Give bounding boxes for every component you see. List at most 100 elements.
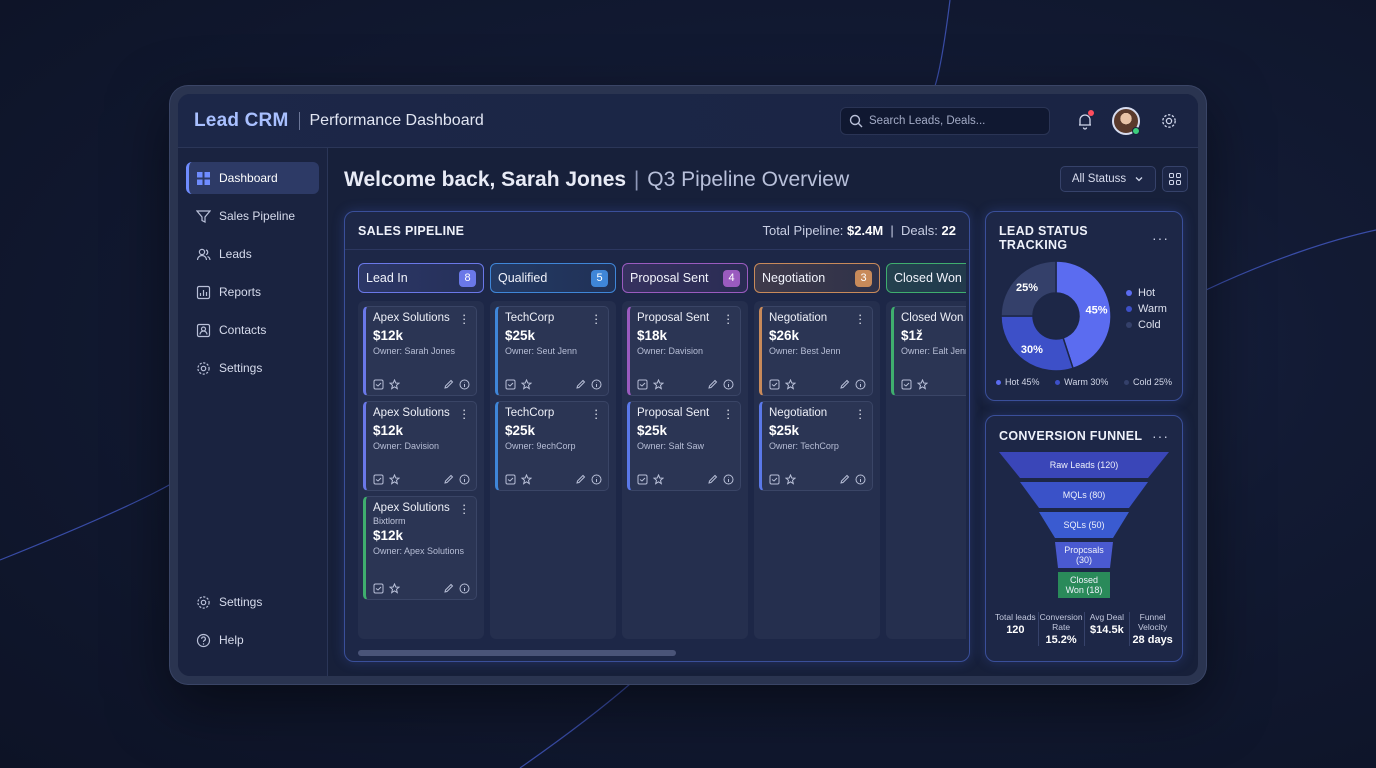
brand-logo[interactable]: Lead CRM	[194, 110, 289, 132]
info-icon[interactable]	[723, 474, 734, 485]
deal-card[interactable]: Apex Solutions ⋮ $12k Owner: Davision	[363, 401, 477, 491]
info-icon[interactable]	[855, 474, 866, 485]
more-vertical-icon[interactable]: ⋮	[459, 502, 471, 516]
deal-actions	[637, 474, 734, 485]
help-icon	[196, 633, 211, 647]
column-header[interactable]: Lead In 8	[358, 263, 484, 293]
edit-icon[interactable]	[707, 474, 718, 485]
info-icon[interactable]	[459, 583, 470, 594]
user-avatar[interactable]	[1112, 106, 1140, 135]
info-icon[interactable]	[855, 379, 866, 390]
funnel-stage[interactable]: MQLs (80)	[1020, 482, 1148, 508]
edit-icon[interactable]	[575, 474, 586, 485]
deal-amount: $12k	[373, 528, 404, 543]
sidebar-item-settings[interactable]: Settings	[186, 352, 319, 384]
sidebar-item-help[interactable]: Help	[186, 624, 319, 656]
deal-card[interactable]: Negotiation ⋮ $26k Owner: Best Jenn	[759, 306, 873, 396]
more-vertical-icon[interactable]: ⋮	[855, 312, 867, 326]
stat-label: Avg Deal	[1089, 612, 1125, 622]
sidebar-item-dashboard[interactable]: Dashboard	[186, 162, 319, 194]
inbox-icon[interactable]	[373, 583, 384, 594]
inbox-icon[interactable]	[373, 474, 384, 485]
column-header[interactable]: Proposal Sent 4	[622, 263, 748, 293]
star-icon[interactable]	[521, 379, 532, 390]
more-vertical-icon[interactable]: ⋮	[459, 312, 471, 326]
more-vertical-icon[interactable]: ⋮	[591, 312, 603, 326]
sidebar-item-reports[interactable]: Reports	[186, 276, 319, 308]
deal-card-header: TechCorp ⋮	[505, 312, 602, 326]
info-icon[interactable]	[591, 379, 602, 390]
search-input[interactable]	[869, 114, 1039, 127]
star-icon[interactable]	[653, 474, 664, 485]
horizontal-scrollbar[interactable]	[358, 650, 676, 656]
edit-icon[interactable]	[707, 379, 718, 390]
deal-card[interactable]: TechCorp ⋮ $25k Owner: Seut Jenn	[495, 306, 609, 396]
info-icon[interactable]	[459, 379, 470, 390]
funnel-stage[interactable]: SQLs (50)	[1039, 512, 1129, 538]
deal-card[interactable]: Closed Won⋮ $1ž Owner: Ealt Jenn	[891, 306, 966, 396]
inbox-icon[interactable]	[637, 474, 648, 485]
sidebar-item-contacts[interactable]: Contacts	[186, 314, 319, 346]
deal-card[interactable]: TechCorp ⋮ $25k Owner: 9echCorp	[495, 401, 609, 491]
deal-card-header: Apex Solutions ⋮	[373, 502, 470, 516]
deal-card[interactable]: Apex Solutions ⋮ $12k Owner: Sarah Jones	[363, 306, 477, 396]
lead-status-more-button[interactable]: ···	[1152, 230, 1169, 246]
deal-owner: Owner: Ealt Jenn	[901, 346, 966, 356]
star-icon[interactable]	[389, 474, 400, 485]
column-header[interactable]: Qualified 5	[490, 263, 616, 293]
info-icon[interactable]	[591, 474, 602, 485]
deal-card[interactable]: Apex Solutions ⋮ Bixtlorm $12k Owner: Apex S…	[363, 496, 477, 600]
more-vertical-icon[interactable]: ⋮	[723, 312, 735, 326]
status-filter-dropdown[interactable]: All Statuss	[1060, 166, 1156, 192]
column-header[interactable]: Closed Won	[886, 263, 966, 293]
deal-card[interactable]: Proposal Sent ⋮ $18k Owner: Davision	[627, 306, 741, 396]
sidebar-item-settings[interactable]: Settings	[186, 586, 319, 618]
settings-button[interactable]	[1156, 108, 1182, 134]
edit-icon[interactable]	[839, 379, 850, 390]
sidebar-item-leads[interactable]: Leads	[186, 238, 319, 270]
funnel-stage[interactable]: Propcsals (30)	[1055, 542, 1113, 568]
edit-icon[interactable]	[575, 379, 586, 390]
funnel-stage[interactable]: Closed Won (18)	[1058, 572, 1110, 598]
star-icon[interactable]	[521, 474, 532, 485]
inbox-icon[interactable]	[505, 379, 516, 390]
funnel-stage[interactable]: Raw Leads (120)	[999, 452, 1169, 478]
inbox-icon[interactable]	[901, 379, 912, 390]
search-box[interactable]	[840, 106, 1050, 135]
deal-amount: $25k	[637, 423, 668, 438]
star-icon[interactable]	[917, 379, 928, 390]
funnel-more-button[interactable]: ···	[1152, 428, 1169, 444]
edit-icon[interactable]	[839, 474, 850, 485]
star-icon[interactable]	[785, 379, 796, 390]
more-vertical-icon[interactable]: ⋮	[591, 407, 603, 421]
star-icon[interactable]	[389, 379, 400, 390]
inbox-icon[interactable]	[505, 474, 516, 485]
column-header[interactable]: Negotiation 3	[754, 263, 880, 293]
edit-icon[interactable]	[443, 583, 454, 594]
sidebar-item-label: Leads	[219, 247, 252, 261]
deal-card[interactable]: Proposal Sent ⋮ $25k Owner: Salt Saw	[627, 401, 741, 491]
donut-chart: 45% 30% 25%	[1000, 260, 1112, 372]
inbox-icon[interactable]	[373, 379, 384, 390]
inbox-icon[interactable]	[769, 379, 780, 390]
star-icon[interactable]	[653, 379, 664, 390]
star-icon[interactable]	[785, 474, 796, 485]
inbox-icon[interactable]	[769, 474, 780, 485]
more-vertical-icon[interactable]: ⋮	[459, 407, 471, 421]
info-icon[interactable]	[459, 474, 470, 485]
more-vertical-icon[interactable]: ⋮	[855, 407, 867, 421]
notifications-button[interactable]	[1072, 108, 1098, 134]
more-vertical-icon[interactable]: ⋮	[723, 407, 735, 421]
gear-icon	[1162, 113, 1176, 128]
layout-toggle-button[interactable]	[1162, 166, 1188, 192]
deal-amount: $25k	[769, 423, 800, 438]
inbox-icon[interactable]	[637, 379, 648, 390]
sidebar-item-sales-pipeline[interactable]: Sales Pipeline	[186, 200, 319, 232]
edit-icon[interactable]	[443, 379, 454, 390]
deal-card[interactable]: Negotiation ⋮ $25k Owner: TechCorp	[759, 401, 873, 491]
edit-icon[interactable]	[443, 474, 454, 485]
info-icon[interactable]	[723, 379, 734, 390]
star-icon[interactable]	[389, 583, 400, 594]
stat-label: Total leads	[995, 612, 1036, 622]
deal-amount: $18k	[637, 328, 668, 343]
